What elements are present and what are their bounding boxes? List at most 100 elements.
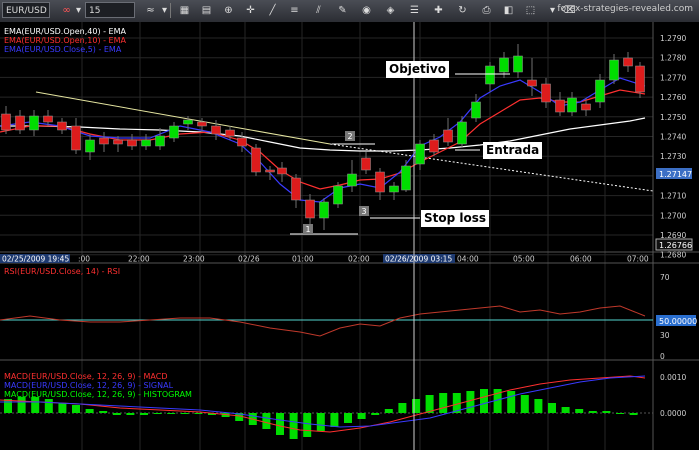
macd-histogram-bar — [357, 413, 366, 419]
candle — [319, 201, 329, 219]
rsi-legend: RSI(EUR/USD.Close, 14) - RSI — [4, 267, 120, 276]
macd-histogram-bar — [17, 397, 26, 413]
candle — [401, 165, 411, 191]
candle — [127, 139, 137, 147]
globe-icon[interactable]: ◉ — [358, 2, 375, 19]
candle — [251, 147, 261, 173]
stop-loss-label: Stop loss — [421, 210, 490, 227]
candle — [635, 65, 645, 93]
crosshair-icon[interactable]: ✛ — [242, 2, 259, 19]
price-label: 1.2700 — [660, 211, 686, 220]
toolbar-button-1[interactable]: ▦ — [176, 2, 193, 19]
rsi-axis-label: 30 — [660, 331, 670, 340]
fib-tool-icon[interactable]: ≡ — [286, 2, 303, 19]
print-icon[interactable]: ⎙ — [478, 2, 495, 19]
time-label: 04:00 — [457, 255, 479, 264]
time-label: 07:00 — [627, 255, 649, 264]
macd-histogram-bar — [194, 413, 203, 414]
objective-label: Objetivo — [386, 61, 449, 78]
candle — [609, 59, 619, 81]
time-label: 02:00 — [348, 255, 370, 264]
macd-histogram-bar — [616, 413, 624, 414]
macd-histogram-bar — [262, 413, 271, 429]
candle — [485, 65, 495, 85]
candle — [43, 115, 53, 123]
symbol-selector[interactable]: EUR/USD — [2, 2, 50, 18]
macd-histogram-bar — [412, 399, 420, 413]
trading-chart[interactable]: 1 2 3 EMA(EUR/USD.Open,40) - EMA EMA(EUR… — [0, 22, 699, 450]
macd-axis-label: 0.0000 — [660, 409, 686, 418]
macd-histogram-bar — [507, 391, 516, 413]
macd-signal-legend: MACD(EUR/USD.Close, 12, 26, 9) - SIGNAL — [4, 381, 174, 390]
candle — [155, 135, 165, 147]
time-label: 06:00 — [570, 255, 592, 264]
entry-label: Entrada — [483, 142, 543, 159]
price-label: 1.2760 — [660, 93, 686, 102]
low-price: 1.26766 — [659, 241, 692, 250]
macd-histogram-bar — [85, 409, 94, 413]
toolbar-button-3[interactable]: ◧ — [500, 2, 517, 19]
macd-histogram-bar — [520, 395, 529, 413]
macd-histogram-bar — [72, 405, 80, 413]
candle — [567, 97, 577, 113]
marker-3-label: 3 — [361, 207, 366, 216]
candle — [211, 125, 221, 135]
macd-histogram-bar — [112, 413, 121, 415]
candle — [265, 169, 275, 173]
toolbar-button-2[interactable]: ▤ — [198, 2, 215, 19]
macd-histogram-bar — [303, 413, 312, 437]
candle — [305, 199, 315, 219]
candle — [457, 121, 467, 145]
time-label: 22:00 — [128, 255, 150, 264]
candle — [237, 137, 247, 147]
rsi-value: 50.00000 — [659, 317, 697, 326]
macd-histogram-bar — [153, 413, 162, 414]
price-label: 1.2770 — [660, 73, 686, 82]
macd-histogram-bar — [44, 399, 53, 413]
candle — [1, 113, 11, 131]
candle — [99, 137, 109, 145]
time-label: :00 — [78, 255, 90, 264]
marker-2-label: 2 — [347, 132, 352, 141]
candle — [113, 139, 123, 145]
channel-tool-icon[interactable]: ⫽ — [310, 2, 327, 19]
macd-histogram-bar — [276, 413, 284, 435]
macd-histogram-bar — [344, 413, 352, 423]
candle — [333, 185, 343, 205]
shapes-icon[interactable]: ◈ — [382, 2, 399, 19]
pencil-icon[interactable]: ✎ — [334, 2, 351, 19]
candle — [471, 101, 481, 119]
zoom-icon[interactable]: ⊕ — [220, 2, 237, 19]
candle — [29, 115, 39, 131]
candle — [71, 125, 81, 151]
candle — [85, 139, 95, 153]
indicator-icon[interactable]: ✚ — [430, 2, 447, 19]
price-label: 1.2740 — [660, 133, 686, 142]
macd-histogram-bar — [371, 413, 380, 415]
candle — [555, 99, 565, 113]
text-tool-icon[interactable]: ☰ — [406, 2, 423, 19]
candle — [15, 115, 25, 131]
macd-histogram-bar — [480, 389, 488, 413]
macd-histogram-bar — [31, 397, 40, 413]
candle — [141, 139, 151, 147]
line-tool-icon[interactable]: ╱ — [264, 2, 281, 19]
macd-histogram-bar — [99, 411, 108, 413]
price-label: 1.2750 — [660, 113, 686, 122]
price-label: 1.2710 — [660, 192, 686, 201]
time-label: 23:00 — [183, 255, 205, 264]
macd-histogram-bar — [180, 413, 189, 414]
macd-histogram-bar — [316, 413, 325, 431]
time-label: 02/26 — [238, 255, 260, 264]
legend-ema-40: EMA(EUR/USD.Open,40) - EMA — [4, 27, 126, 36]
rsi-axis-label: 70 — [660, 273, 670, 282]
macd-histogram-bar — [289, 413, 298, 439]
refresh-icon[interactable]: ↻ — [454, 2, 471, 19]
macd-histogram-bar — [561, 407, 570, 413]
price-label: 1.2730 — [660, 152, 686, 161]
macd-histogram-bar — [439, 393, 448, 413]
toolbar-button-4[interactable]: ⬚ — [522, 2, 539, 19]
timeframe-selector[interactable]: 15 minutes — [85, 2, 135, 32]
candle — [183, 119, 193, 125]
macd-histogram-bar — [126, 413, 135, 415]
